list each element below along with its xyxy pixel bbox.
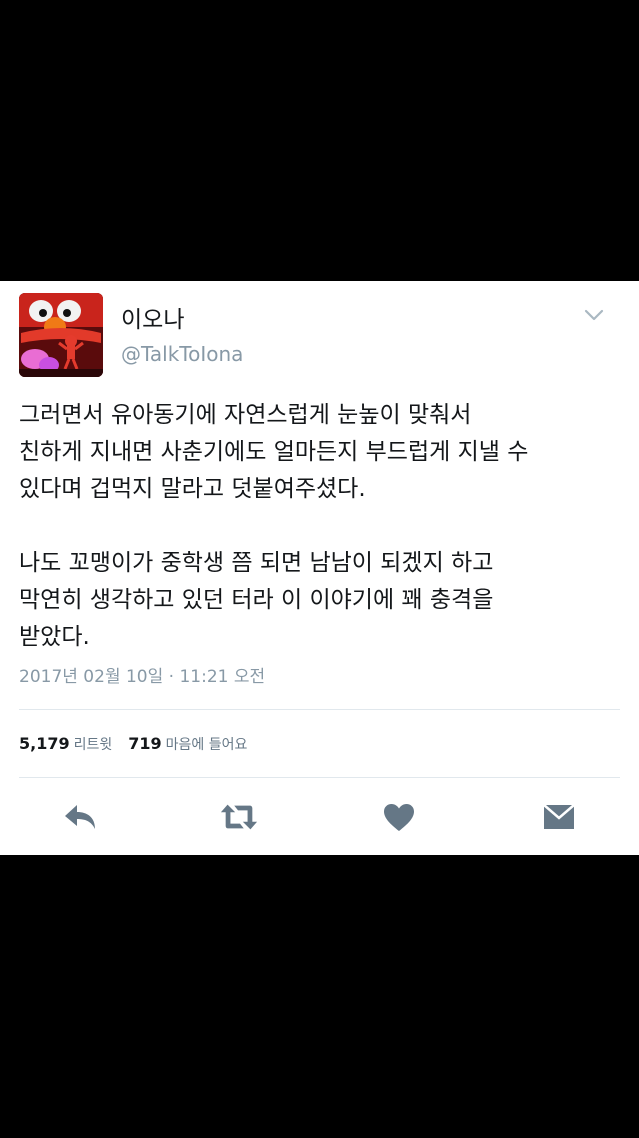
like-count[interactable]: 719: [128, 734, 161, 753]
tweet-text: 그러면서 유아동기에 자연스럽게 눈높이 맞춰서 친하게 지내면 사춘기에도 얼…: [19, 397, 623, 656]
tweet-stats: 5,179 리트윗 719 마음에 들어요: [19, 733, 247, 756]
action-bar: [0, 799, 639, 835]
retweet-count[interactable]: 5,179: [19, 734, 70, 753]
chevron-down-icon[interactable]: [582, 307, 606, 323]
divider: [19, 777, 620, 778]
retweet-label[interactable]: 리트윗: [74, 737, 113, 753]
retweet-button[interactable]: [219, 799, 259, 835]
tweet-paragraph: 그러면서 유아동기에 자연스럽게 눈높이 맞춰서 친하게 지내면 사춘기에도 얼…: [19, 402, 529, 502]
retweet-icon: [220, 804, 258, 830]
heart-icon: [384, 804, 414, 831]
user-handle[interactable]: @TalkToIona: [121, 341, 243, 367]
envelope-icon: [543, 804, 575, 829]
avatar[interactable]: [19, 293, 103, 377]
reply-icon: [65, 805, 95, 829]
tweet-card: 이오나 @TalkToIona 그러면서 유아동기에 자연스럽게 눈높이 맞춰서…: [0, 281, 639, 855]
display-name[interactable]: 이오나: [121, 305, 184, 335]
direct-message-button[interactable]: [539, 799, 579, 835]
divider: [19, 709, 620, 710]
elmo-avatar-image: [19, 293, 103, 377]
screenshot-frame: 이오나 @TalkToIona 그러면서 유아동기에 자연스럽게 눈높이 맞춰서…: [0, 0, 639, 1138]
like-label[interactable]: 마음에 들어요: [166, 737, 248, 753]
reply-button[interactable]: [60, 799, 100, 835]
like-button[interactable]: [379, 799, 419, 835]
tweet-timestamp[interactable]: 2017년 02월 10일 · 11:21 오전: [19, 665, 265, 689]
tweet-paragraph: 나도 꼬맹이가 중학생 쯤 되면 남남이 되겠지 하고 막연히 생각하고 있던 …: [19, 550, 494, 650]
